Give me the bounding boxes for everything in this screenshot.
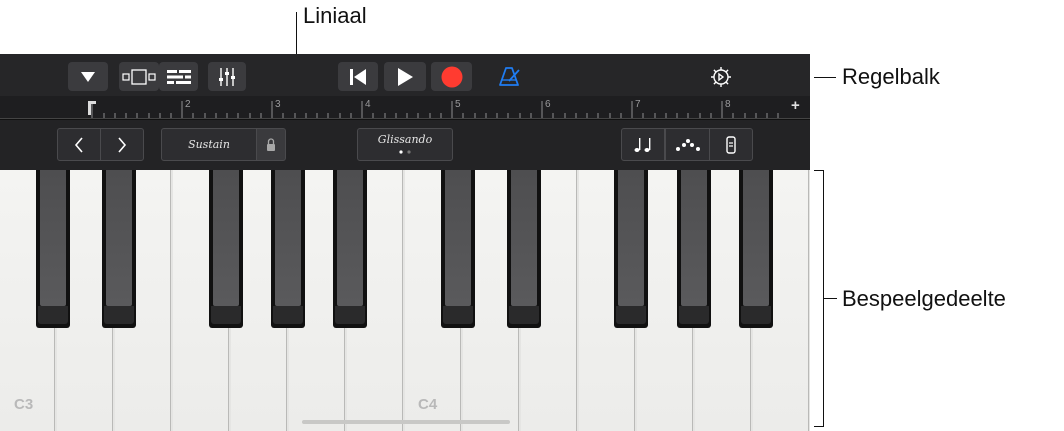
scroll-keys-icon [726,135,736,154]
glissando-label: Glissando [377,132,433,146]
settings-button[interactable] [706,62,736,91]
note-label-c4: C4 [418,396,438,413]
scroll-keys-button[interactable] [709,128,753,161]
black-key[interactable] [36,170,70,328]
control-bar-callout-line [814,77,836,78]
settings-gear-icon [711,66,731,87]
home-indicator [302,420,510,424]
octave-down-button[interactable] [57,128,101,161]
add-section-button[interactable]: + [791,97,800,114]
go-to-start-button[interactable] [338,62,378,91]
lock-icon [267,138,275,151]
metronome-button[interactable] [495,62,525,91]
black-key[interactable] [507,170,541,328]
browser-menu-button[interactable] [68,62,108,91]
black-key[interactable] [739,170,773,328]
black-key[interactable] [209,170,243,328]
play-area-bracket-bottom [814,426,823,427]
mixer-button[interactable] [208,62,246,91]
arpeggiator-icon [675,138,700,151]
tracks-view-button[interactable] [159,62,198,91]
go-to-start-icon [350,68,366,85]
record-button[interactable] [431,62,472,91]
arpeggiator-button[interactable] [665,128,710,161]
playhead-marker[interactable] [87,100,97,116]
ruler-callout-label: Liniaal [303,3,367,28]
notes-button[interactable] [621,128,665,161]
ruler-number-6: 6 [545,99,551,110]
ruler-number-4: 4 [365,99,371,110]
play-area-callout-line [823,298,837,299]
black-key[interactable] [614,170,648,328]
play-icon [398,67,413,86]
keyboard-play-area[interactable]: C3 C4 [0,170,810,431]
view-toggle-icon [122,68,156,85]
ruler-ticks [91,101,779,118]
play-area-callout-label: Bespeelgedeelte [842,286,1006,311]
mixer-icon [219,67,235,86]
black-key[interactable] [102,170,136,328]
play-area-bracket-top [814,170,823,171]
play-button[interactable] [384,62,426,91]
black-key[interactable] [271,170,305,328]
chevron-left-icon [74,136,83,153]
ruler-number-5: 5 [455,99,461,110]
glissando-button[interactable]: Glissando [357,128,453,161]
control-bar [0,54,810,96]
ruler[interactable]: 2 3 4 5 6 7 8 + [0,96,810,119]
notes-icon [634,137,651,152]
black-key[interactable] [333,170,367,328]
garageband-app: 2 3 4 5 6 7 8 + Sustain Glissando C3 C4 [0,54,810,431]
sustain-lock-button[interactable] [256,128,286,161]
dropdown-triangle-icon [81,71,95,82]
black-key[interactable] [677,170,711,328]
record-icon [441,66,462,87]
metronome-icon [499,66,520,86]
ruler-number-2: 2 [185,99,191,110]
octave-up-button[interactable] [100,128,144,161]
chevron-right-icon [118,136,127,153]
sustain-label: Sustain [188,138,230,151]
control-bar-callout-label: Regelbalk [842,64,940,89]
black-key[interactable] [441,170,475,328]
ruler-number-3: 3 [275,99,281,110]
view-toggle-button[interactable] [119,62,159,91]
sustain-button[interactable]: Sustain [161,128,257,161]
tracks-view-icon [166,69,191,84]
keyboard-toolbar: Sustain Glissando [0,119,810,170]
ruler-number-7: 7 [635,99,641,110]
note-label-c3: C3 [14,396,34,413]
page-indicator-dots [399,149,411,154]
ruler-number-8: 8 [725,99,731,110]
